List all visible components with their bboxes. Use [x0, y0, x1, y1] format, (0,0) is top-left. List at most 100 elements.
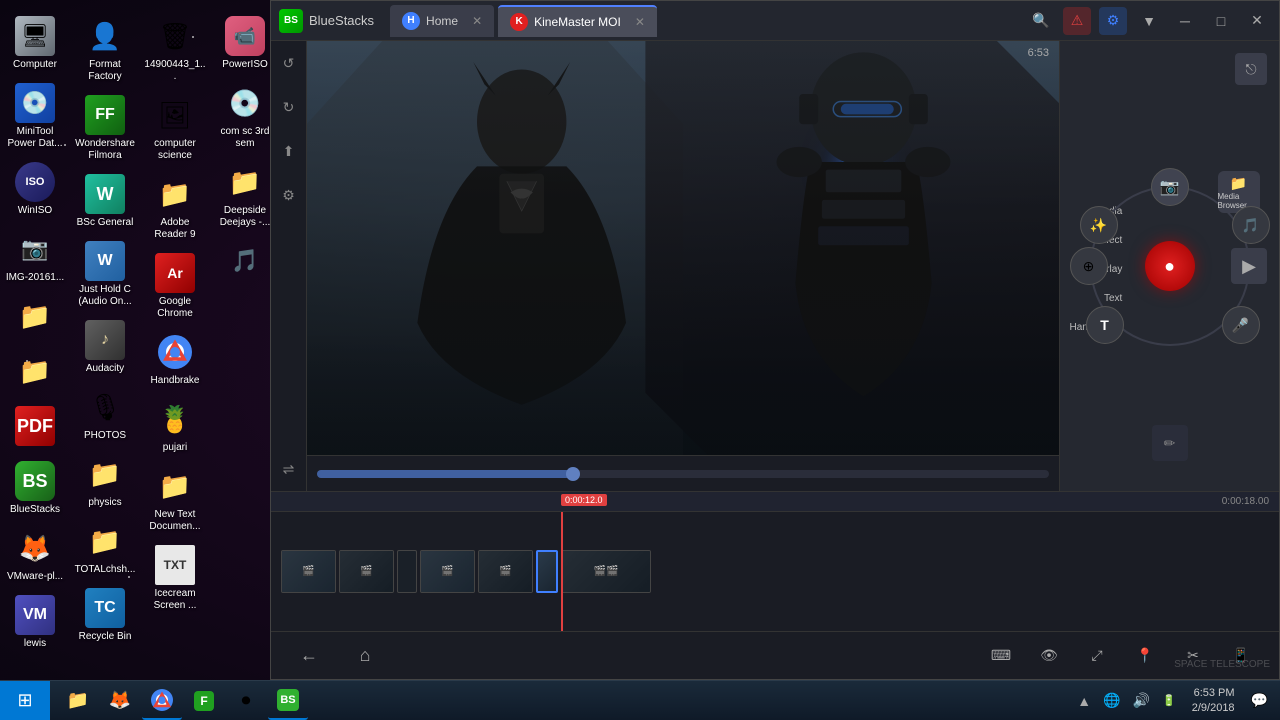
alert-btn[interactable]: ⚠: [1063, 7, 1091, 35]
progress-handle[interactable]: [566, 467, 580, 481]
timeline-clip-4[interactable]: 🎬: [420, 550, 475, 593]
settings2-btn[interactable]: ⚙: [275, 181, 303, 209]
desktop-icon-justhold[interactable]: ♪ Audacity: [70, 314, 140, 381]
taskbar-record[interactable]: ⏺: [226, 682, 266, 720]
desktop-icon-recycle-bin[interactable]: 🗑 14900443_1...: [140, 10, 210, 89]
desktop-icon-audacity[interactable]: 🎙 PHOTOS: [70, 381, 140, 448]
minimize-btn[interactable]: ─: [1171, 7, 1199, 35]
timeline-clip-6[interactable]: [536, 550, 558, 593]
battery-icon[interactable]: 🔋: [1158, 694, 1180, 707]
timeline-clip-7[interactable]: 🎬🎬: [561, 550, 651, 593]
desktop-icon-physics[interactable]: 📁 TOTALchsh...: [70, 515, 140, 582]
tab-home-label: Home: [426, 14, 458, 28]
timeline-clip-5[interactable]: 🎬: [478, 550, 533, 593]
desktop-icon-photos[interactable]: 📁 physics: [70, 448, 140, 515]
timeline-playhead: [561, 512, 563, 631]
undo-btn[interactable]: ↺: [275, 49, 303, 77]
maximize-btn[interactable]: □: [1207, 7, 1235, 35]
desktop-icon-img16[interactable]: 📷 IMG-20161...: [0, 223, 70, 290]
network-icon[interactable]: 🌐: [1099, 692, 1124, 709]
desktop-icon-folder1[interactable]: 📁: [0, 290, 70, 345]
desktop-icon-14900[interactable]: 🖼 computer science: [140, 89, 210, 168]
record-center-btn[interactable]: ●: [1145, 241, 1195, 291]
voice-btn[interactable]: 🎤: [1222, 306, 1260, 344]
watermark: SPACE TELESCOPE: [1174, 659, 1270, 670]
desktop-icon-total[interactable]: TC Recycle Bin: [70, 582, 140, 649]
share-btn[interactable]: ⬆: [275, 137, 303, 165]
tab-home[interactable]: H Home ✕: [390, 5, 494, 37]
settings-btn[interactable]: ⚙: [1099, 7, 1127, 35]
start-button[interactable]: ⊞: [0, 681, 50, 720]
timeline-clip-1[interactable]: 🎬: [281, 550, 336, 593]
clock-date: 2/9/2018: [1192, 701, 1235, 715]
effect-btn[interactable]: ✨: [1080, 206, 1118, 244]
back-btn[interactable]: ←: [291, 638, 327, 674]
desktop-icon-format-factory[interactable]: FF Wondershare Filmora: [70, 89, 140, 168]
batman-left-silhouette: [345, 62, 698, 435]
desktop-icon-bluestacks[interactable]: BS BlueStacks: [0, 455, 70, 522]
windows-logo-icon: ⊞: [17, 690, 32, 711]
timeline-badge: 0:00:12.0: [561, 494, 607, 506]
notification-icon[interactable]: 💬: [1247, 692, 1272, 709]
desktop: 🖥 Computer 💿 MiniTool Power Dat... ISO W…: [0, 0, 1280, 680]
media-btn[interactable]: 📷: [1151, 168, 1189, 206]
keyboard-btn[interactable]: ⌨: [983, 638, 1019, 674]
desktop-icon-vmware[interactable]: VM lewis: [0, 589, 70, 656]
desktop-icon-new-text[interactable]: TXT Icecream Screen ...: [140, 539, 210, 618]
audio-btn[interactable]: 🎵: [1232, 206, 1270, 244]
desktop-icon-computer[interactable]: 🖥 Computer: [0, 10, 70, 77]
desktop-icon-bsc[interactable]: W Just Hold C (Audio On...: [70, 235, 140, 314]
desktop-icon-google-chrome[interactable]: Handbrake: [140, 326, 210, 393]
desktop-icon-computer-science[interactable]: 📁 Adobe Reader 9: [140, 168, 210, 247]
ruler-inner: 0:00:12.0: [281, 492, 1269, 511]
handwriting-btn[interactable]: ✏: [1152, 425, 1188, 461]
desktop-icon-adobe-reader[interactable]: Ar Google Chrome: [140, 247, 210, 326]
desktop-icon-pujari[interactable]: 📁 New Text Documen...: [140, 460, 210, 539]
eye-btn[interactable]: 👁: [1031, 638, 1067, 674]
location-btn[interactable]: 📍: [1127, 638, 1163, 674]
redo-btn[interactable]: ↻: [275, 93, 303, 121]
overlay-btn[interactable]: ⊕: [1070, 247, 1108, 285]
taskbar-chrome[interactable]: [142, 682, 182, 720]
tab-close-icon[interactable]: ✕: [472, 14, 482, 28]
tab-km-close-icon[interactable]: ✕: [635, 15, 645, 29]
expand-btn[interactable]: ⤢: [1079, 638, 1115, 674]
timeline-clip-2[interactable]: 🎬: [339, 550, 394, 593]
desktop-icon-mozilla[interactable]: 🦊 VMware-pl...: [0, 522, 70, 589]
desktop-icon-lewis[interactable]: 👤 Format Factory: [70, 10, 140, 89]
taskbar-pinned-items: 📁 🦊 F ⏺ BS: [50, 682, 316, 720]
arrow-up-icon[interactable]: ▲: [1073, 693, 1095, 709]
taskbar-system-tray: ▲ 🌐 🔊 🔋 6:53 PM 2/9/2018 💬: [1073, 686, 1280, 715]
tab-kinemaster[interactable]: K KineMaster MOI ✕: [498, 5, 657, 37]
progress-bar[interactable]: [317, 470, 1049, 478]
play-btn[interactable]: ▶: [1231, 248, 1267, 284]
desktop-icon-wondershare[interactable]: W BSc General: [70, 168, 140, 235]
desktop-icon-minitool[interactable]: 💿 MiniTool Power Dat...: [0, 77, 70, 156]
desktop-icon-handbrake[interactable]: 🍍 pujari: [140, 393, 210, 460]
home-tab-icon: H: [402, 12, 420, 30]
bluestacks-window: BS BlueStacks H Home ✕ K KineMaster MOI …: [270, 0, 1280, 680]
timeline-tracks: 🎬 🎬 🎬 🎬 🎬🎬: [271, 512, 1279, 631]
taskbar-bluestacks[interactable]: BS: [268, 682, 308, 720]
total-time-display: 0:00:18.00: [1222, 496, 1269, 507]
desktop-icon-winiso[interactable]: ISO WinISO: [0, 156, 70, 223]
system-clock[interactable]: 6:53 PM 2/9/2018: [1184, 686, 1243, 715]
text-btn[interactable]: T: [1086, 306, 1124, 344]
home2-btn[interactable]: ⌂: [347, 638, 383, 674]
menu-btn[interactable]: ▼: [1135, 7, 1163, 35]
close-btn[interactable]: ✕: [1243, 7, 1271, 35]
timeline-clip-3[interactable]: [397, 550, 417, 593]
taskbar-format-factory[interactable]: F: [184, 682, 224, 720]
desktop-icon-pdf1[interactable]: PDF: [0, 400, 70, 455]
window-controls: 🔍 ⚠ ⚙ ▼ ─ □ ✕: [1027, 7, 1271, 35]
volume-icon[interactable]: 🔊: [1129, 692, 1154, 709]
km-tab-icon: K: [510, 13, 528, 31]
taskbar-firefox[interactable]: 🦊: [100, 682, 140, 720]
desktop-icon-folder2[interactable]: 📁: [0, 345, 70, 400]
taskbar-file-explorer[interactable]: 📁: [58, 682, 98, 720]
exit-btn[interactable]: ⎋: [1235, 53, 1267, 85]
split-btn[interactable]: ⇌: [275, 455, 303, 483]
search-btn[interactable]: 🔍: [1027, 7, 1055, 35]
bluestacks-brand: BlueStacks: [309, 13, 374, 28]
km-controls-bar: [307, 455, 1059, 491]
